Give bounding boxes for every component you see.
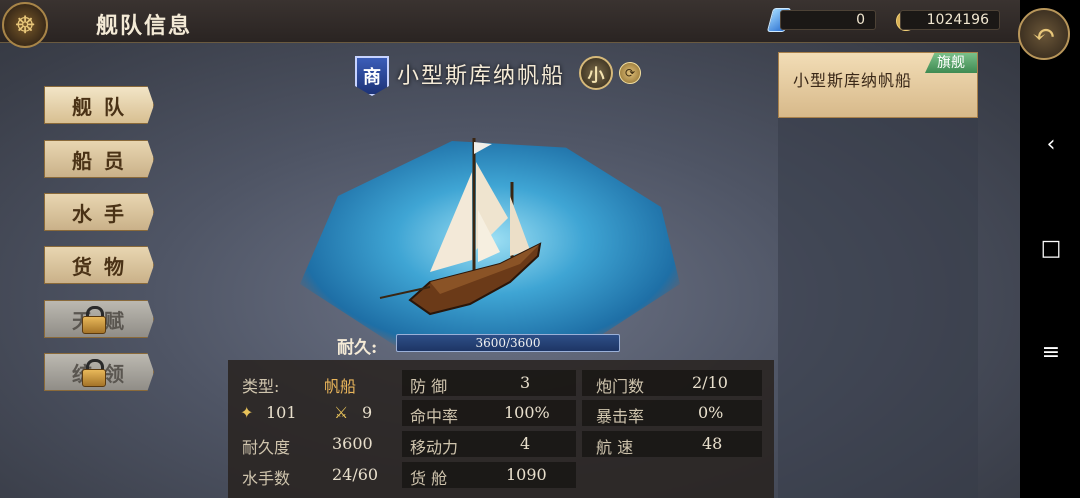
nav-talent-button[interactable]: 天赋: [44, 300, 154, 338]
lock-icon: [82, 359, 106, 387]
flagship-name: 小型斯库纳帆船: [793, 71, 913, 90]
lock-icon: [82, 306, 106, 334]
hit-value: 100%: [504, 403, 550, 422]
ship-stats-panel: 类型: 帆船 ✦ 101 ⚔ 9 耐久度 3600 水手数 24/60 防 御 …: [228, 360, 774, 498]
nav-sailors-label: 水手: [72, 201, 136, 226]
fleet-list-panel: [778, 52, 978, 498]
move-value: 4: [520, 434, 531, 453]
cannon-icon: ✦: [240, 403, 254, 422]
nav-sailors-button[interactable]: 水手: [44, 193, 154, 231]
hit-label: 命中率: [410, 407, 459, 426]
nav-fleet-button[interactable]: 舰队: [44, 86, 154, 124]
ship-wheel-icon[interactable]: ☸: [2, 2, 48, 48]
type-label: 类型:: [242, 377, 280, 396]
sailors-stat-label: 水手数: [242, 469, 291, 488]
nav-command-button[interactable]: 统领: [44, 353, 154, 391]
back-arrow-icon[interactable]: ↶: [1018, 8, 1070, 60]
cannon-slots-label: 炮门数: [596, 377, 645, 396]
durability-stat-value: 3600: [332, 434, 373, 453]
speed-label: 航 速: [596, 438, 634, 457]
crit-label: 暴击率: [596, 407, 645, 426]
system-back-icon[interactable]: ‹: [1040, 134, 1062, 156]
swords-value: 9: [362, 403, 373, 422]
defense-value: 3: [520, 373, 531, 392]
swap-ship-icon[interactable]: ⟳: [619, 62, 641, 84]
nav-crew-button[interactable]: 船员: [44, 140, 154, 178]
speed-value: 48: [702, 434, 723, 453]
durability-bar: 3600/3600: [396, 334, 620, 352]
cargo-hold-label: 货 舱: [410, 469, 448, 488]
cannon-slots-value: 2/10: [692, 373, 728, 392]
gold-counter: 1024196: [900, 10, 1000, 30]
flagship-card[interactable]: 小型斯库纳帆船 旗舰: [778, 52, 978, 118]
merchant-badge: 商: [355, 56, 389, 96]
size-badge: 小: [579, 56, 613, 90]
crit-value: 0%: [698, 403, 724, 422]
cargo-hold-value: 1090: [506, 465, 547, 484]
sailors-stat-value: 24/60: [332, 465, 379, 484]
durability-label: 耐久:: [337, 338, 378, 358]
nav-cargo-label: 货物: [72, 254, 136, 279]
defense-label: 防 御: [410, 377, 448, 396]
system-menu-icon[interactable]: ≡: [1040, 342, 1062, 364]
crossed-swords-icon: ⚔: [334, 403, 349, 422]
flagship-tag: 旗舰: [925, 53, 977, 73]
ship-model[interactable]: [370, 132, 560, 322]
nav-fleet-label: 舰队: [72, 94, 136, 119]
system-home-icon[interactable]: □: [1040, 238, 1062, 260]
durability-stat-label: 耐久度: [242, 438, 291, 457]
nav-crew-label: 船员: [72, 148, 136, 173]
nav-cargo-button[interactable]: 货物: [44, 246, 154, 284]
ship-name: 小型斯库纳帆船: [397, 64, 566, 89]
gem-counter: 0: [780, 10, 876, 30]
type-value: 帆船: [324, 377, 357, 396]
move-label: 移动力: [410, 438, 459, 457]
system-nav-bar: ‹ □ ≡: [1020, 0, 1080, 498]
attack-value: 101: [266, 403, 297, 422]
page-title: 舰队信息: [96, 13, 193, 39]
